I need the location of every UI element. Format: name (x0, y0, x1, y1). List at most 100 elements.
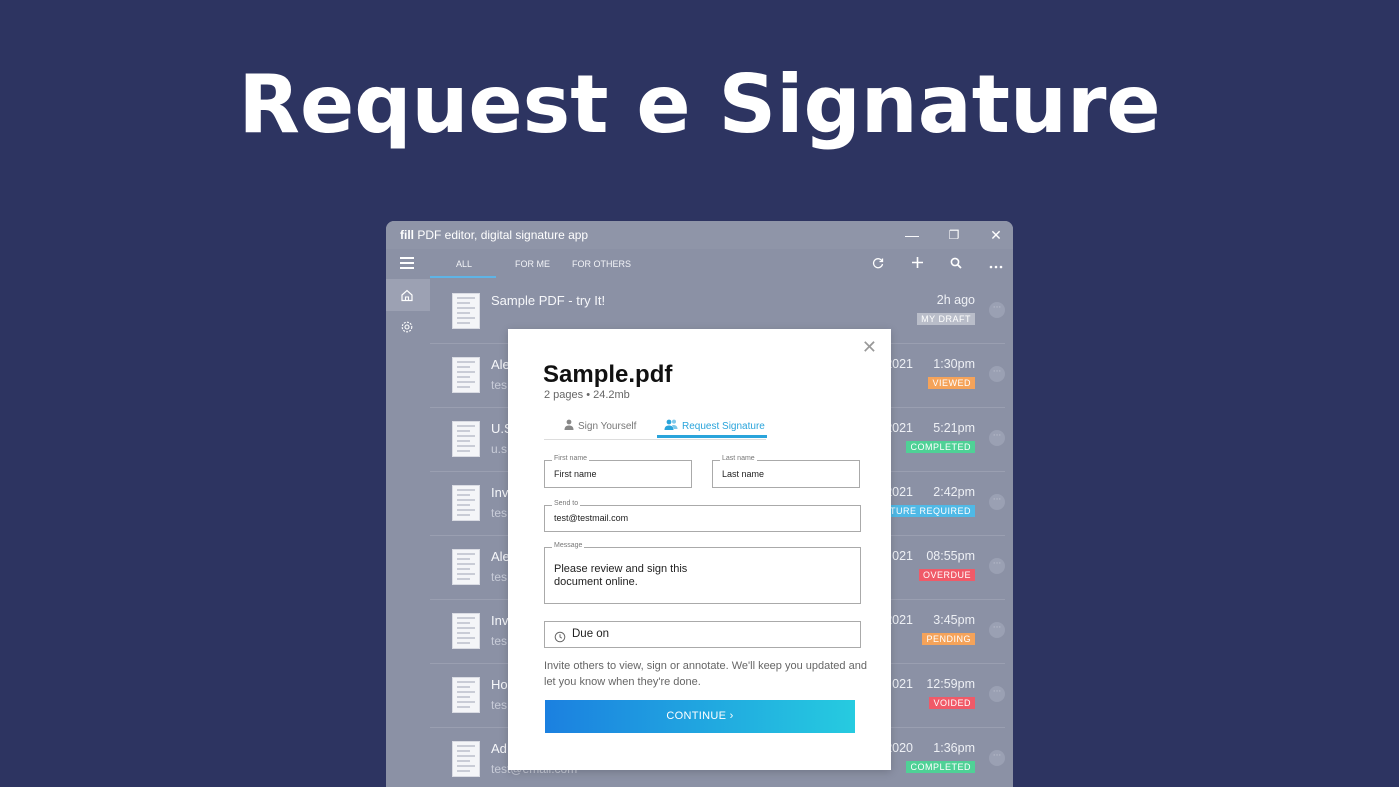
document-thumbnail-icon (452, 293, 480, 329)
menu-icon[interactable] (400, 257, 414, 269)
message-line-1: Please review and sign this (554, 563, 688, 575)
status-badge: ATURE REQUIRED (880, 505, 975, 517)
message-line-2: document online. (554, 576, 638, 588)
page-headline: Request e Signature (238, 58, 1161, 151)
message-field[interactable]: Message Please review and sign this docu… (544, 542, 861, 604)
restore-icon[interactable]: ❐ (944, 226, 964, 244)
row-more-icon[interactable]: ··· (989, 622, 1005, 638)
row-more-icon[interactable]: ··· (989, 558, 1005, 574)
document-year: 021 (892, 677, 913, 691)
row-more-icon[interactable]: ··· (989, 366, 1005, 382)
tab-all[interactable]: ALL (456, 259, 472, 269)
row-more-icon[interactable]: ··· (989, 494, 1005, 510)
title-bar: fill PDF editor, digital signature app —… (386, 221, 1013, 249)
first-name-value: First name (554, 469, 597, 479)
status-badge: VOIDED (929, 697, 975, 709)
document-thumbnail-icon (452, 357, 480, 393)
first-name-field[interactable]: First name First name (544, 455, 692, 488)
document-thumbnail-icon (452, 741, 480, 777)
document-thumbnail-icon (452, 421, 480, 457)
request-signature-dialog: ✕ Sample.pdf 2 pages • 24.2mb Sign Yours… (508, 329, 891, 770)
document-date: 2021 5:21pm (885, 421, 975, 435)
status-badge: VIEWED (928, 377, 975, 389)
first-name-legend: First name (552, 455, 590, 462)
document-date: 2h ago (937, 293, 975, 307)
row-more-icon[interactable]: ··· (989, 302, 1005, 318)
row-more-icon[interactable]: ··· (989, 686, 1005, 702)
document-title: Ale (491, 549, 510, 564)
people-icon (664, 419, 678, 430)
message-legend: Message (552, 542, 585, 549)
document-thumbnail-icon (452, 677, 480, 713)
tab-request-signature-label: Request Signature (682, 421, 765, 432)
file-name: Sample.pdf (543, 361, 673, 388)
clock-icon (554, 628, 566, 647)
invite-info-text: Invite others to view, sign or annotate.… (544, 660, 867, 688)
row-more-icon[interactable]: ··· (989, 750, 1005, 766)
status-badge: OVERDUE (918, 569, 975, 581)
document-title: Sample PDF - try It! (491, 293, 606, 308)
file-meta: 2 pages • 24.2mb (544, 389, 630, 401)
tab-sign-yourself-label: Sign Yourself (578, 421, 637, 432)
document-thumbnail-icon (452, 613, 480, 649)
send-to-value: test@testmail.com (554, 513, 629, 523)
status-badge: PENDING (922, 633, 975, 645)
document-date: 2021 1:30pm (885, 357, 975, 371)
document-time: 5:21pm (933, 421, 975, 435)
document-time: 2h ago (936, 293, 975, 307)
close-icon[interactable]: ✕ (862, 339, 877, 357)
signature-mode-tabs: Sign Yourself Request Signature (544, 415, 767, 440)
document-time: 12:59pm (926, 677, 975, 691)
minimize-icon[interactable]: — (902, 226, 922, 244)
sidebar-item-home[interactable] (386, 279, 430, 311)
tab-for-me[interactable]: FOR ME (515, 259, 550, 269)
home-icon (400, 288, 414, 306)
document-recipient: tes (491, 378, 508, 392)
document-thumbnail-icon (452, 549, 480, 585)
document-recipient: tes (491, 698, 508, 712)
message-value: Please review and sign this document onl… (554, 563, 687, 589)
last-name-value: Last name (722, 469, 765, 479)
gear-icon (400, 320, 414, 338)
document-date: 2021 2:42pm (885, 485, 975, 499)
plus-icon[interactable] (908, 255, 926, 273)
sidebar (386, 279, 430, 787)
send-to-legend: Send to (552, 500, 581, 507)
document-recipient: tes (491, 506, 508, 520)
tab-for-others[interactable]: FOR OTHERS (572, 259, 631, 269)
sidebar-item-settings[interactable] (386, 311, 430, 343)
status-badge: COMPLETED (906, 761, 975, 773)
last-name-field[interactable]: Last name Last name (712, 455, 860, 488)
toolbar: ALL FOR ME FOR OTHERS (386, 249, 1013, 279)
search-icon[interactable] (947, 255, 965, 273)
more-icon[interactable] (987, 255, 1005, 273)
document-time: 08:55pm (926, 549, 975, 563)
status-badge: COMPLETED (906, 441, 975, 453)
app-brand: fill (400, 228, 414, 242)
send-to-field[interactable]: Send to test@testmail.com (544, 500, 861, 532)
document-date: 2021 3:45pm (885, 613, 975, 627)
app-title-text: PDF editor, digital signature app (414, 228, 589, 242)
document-date: 021 12:59pm (892, 677, 975, 691)
document-recipient: tes (491, 634, 508, 648)
document-title: Ale (491, 357, 510, 372)
document-recipient: u.s (491, 442, 508, 456)
refresh-icon[interactable] (869, 255, 887, 273)
due-on-label: Due on (572, 628, 610, 640)
document-time: 3:45pm (933, 613, 975, 627)
tab-request-signature[interactable]: Request Signature (664, 419, 765, 432)
row-more-icon[interactable]: ··· (989, 430, 1005, 446)
document-year: 021 (892, 549, 913, 563)
app-title: fill PDF editor, digital signature app (400, 228, 588, 242)
tab-sign-yourself[interactable]: Sign Yourself (564, 419, 636, 432)
document-time: 1:36pm (933, 741, 975, 755)
due-on-field[interactable]: Due on (544, 621, 861, 648)
person-icon (564, 419, 574, 430)
document-time: 2:42pm (933, 485, 975, 499)
active-tab-indicator (657, 435, 767, 438)
close-icon[interactable]: ✕ (986, 226, 1006, 244)
continue-button[interactable]: CONTINUE › (545, 700, 855, 733)
status-badge: MY DRAFT (917, 313, 975, 325)
document-recipient: tes (491, 570, 508, 584)
document-date: 021 08:55pm (892, 549, 975, 563)
